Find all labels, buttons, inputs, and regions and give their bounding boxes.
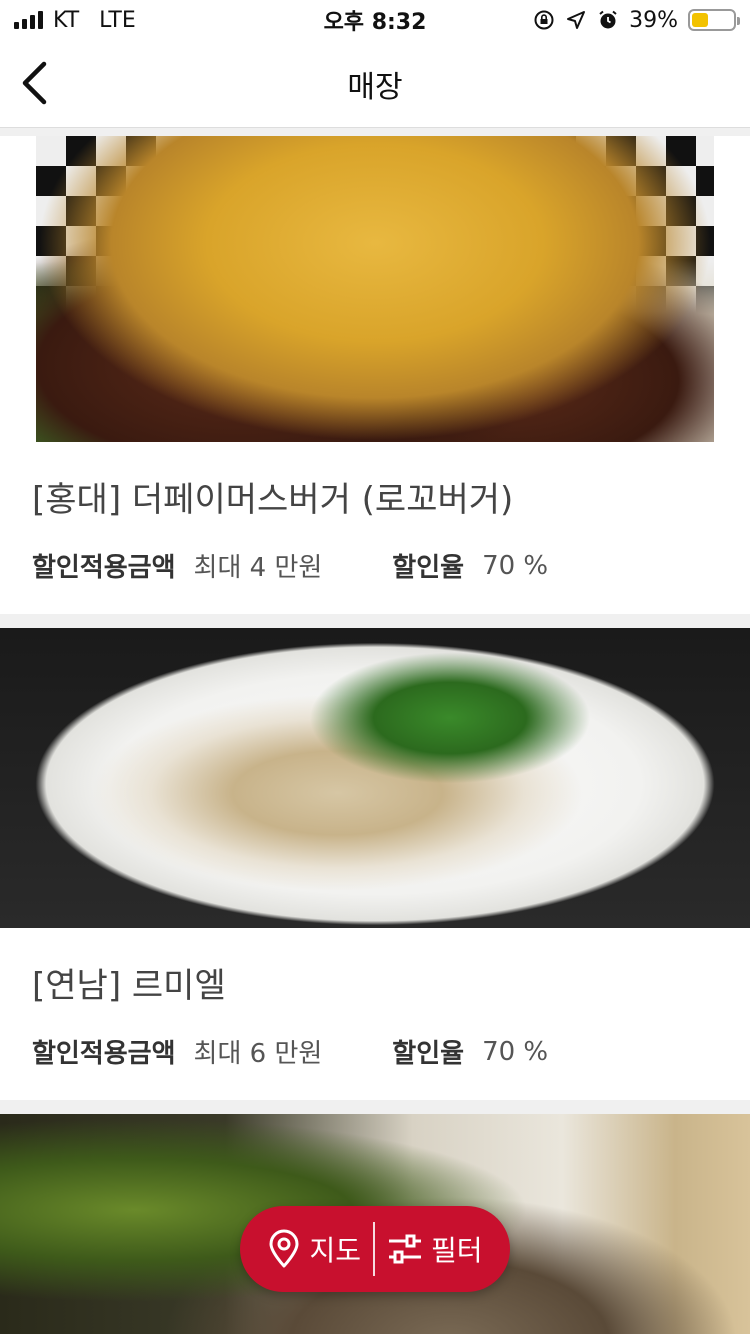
battery-icon	[688, 9, 740, 31]
store-card[interactable]: [연남] 르미엘 할인적용금액 최대 6 만원 할인율 70 %	[0, 628, 750, 1100]
location-arrow-icon	[565, 9, 587, 31]
discount-rate-value: 70 %	[482, 550, 549, 581]
battery-percent: 39%	[629, 7, 678, 33]
filter-button[interactable]: 필터	[375, 1229, 495, 1269]
discount-amount-label: 할인적용금액	[32, 1039, 176, 1069]
nav-bar: 매장	[0, 40, 750, 128]
discount-amount-value: 최대 6 만원	[193, 1039, 323, 1069]
back-button[interactable]	[14, 58, 54, 108]
sliders-icon	[389, 1234, 421, 1264]
map-label: 지도	[309, 1234, 361, 1267]
store-info: [연남] 르미엘 할인적용금액 최대 6 만원 할인율 70 %	[0, 928, 750, 1100]
chevron-left-icon	[22, 61, 47, 105]
page-title: 매장	[347, 69, 403, 105]
store-title: [홍대] 더페이머스버거 (로꼬버거)	[32, 480, 514, 520]
discount-rate-label: 할인율	[392, 1039, 465, 1069]
filter-label: 필터	[431, 1234, 483, 1267]
discount-amount-label: 할인적용금액	[32, 553, 176, 583]
carrier-label: KT	[53, 7, 80, 33]
alarm-icon	[597, 9, 619, 31]
map-button[interactable]: 지도	[255, 1229, 373, 1269]
store-title: [연남] 르미엘	[32, 966, 226, 1006]
status-left: KT LTE	[14, 8, 264, 33]
map-filter-floating-button: 지도 필터	[240, 1206, 510, 1292]
status-bar: KT LTE 오후 8:32 39%	[0, 0, 750, 40]
network-label: LTE	[99, 7, 136, 33]
store-image[interactable]	[36, 136, 714, 442]
discount-rate-value: 70 %	[482, 1036, 549, 1067]
map-pin-icon	[269, 1229, 299, 1268]
store-info: [홍대] 더페이머스버거 (로꼬버거) 할인적용금액 최대 4 만원 할인율 7…	[0, 442, 750, 614]
discount-rate-label: 할인율	[392, 553, 465, 583]
status-right: 39%	[486, 7, 740, 33]
store-card[interactable]: [홍대] 더페이머스버거 (로꼬버거) 할인적용금액 최대 4 만원 할인율 7…	[0, 136, 750, 614]
signal-icon	[14, 11, 43, 29]
status-time: 오후 8:32	[323, 10, 427, 35]
store-list[interactable]: [홍대] 더페이머스버거 (로꼬버거) 할인적용금액 최대 4 만원 할인율 7…	[0, 129, 750, 1334]
store-meta: 할인적용금액 최대 4 만원 할인율 70 %	[32, 547, 718, 584]
store-meta: 할인적용금액 최대 6 만원 할인율 70 %	[32, 1033, 718, 1070]
discount-amount-value: 최대 4 만원	[193, 553, 323, 583]
store-image[interactable]	[0, 628, 750, 928]
rotation-lock-icon	[533, 9, 555, 31]
